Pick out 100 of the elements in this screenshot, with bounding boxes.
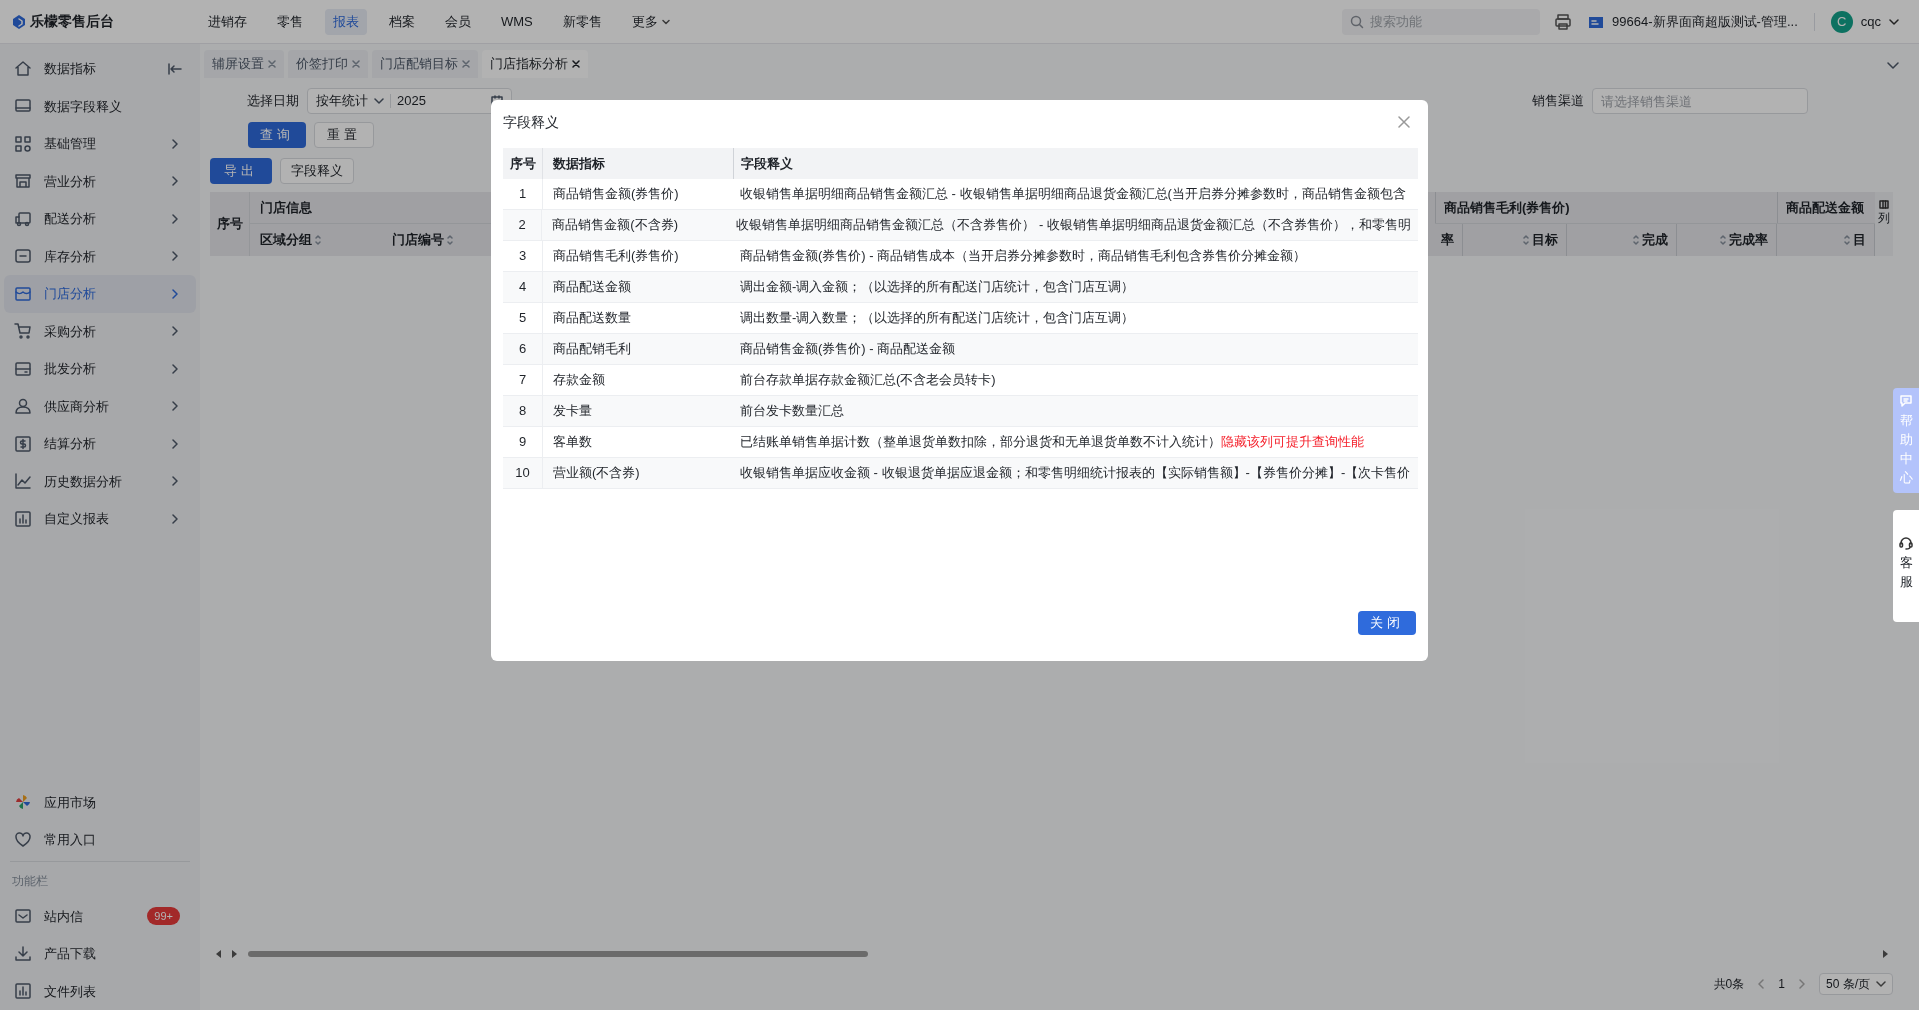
export-button[interactable]: 导出 xyxy=(210,158,272,184)
truck-icon xyxy=(14,209,32,228)
close-icon[interactable] xyxy=(572,60,580,68)
channel-select[interactable]: 请选择销售渠道 xyxy=(1592,88,1808,114)
sidebar-item[interactable]: 数据指标 xyxy=(4,50,196,88)
bar-chart-icon xyxy=(14,509,32,528)
column-settings-button[interactable]: 列 xyxy=(1875,192,1893,256)
collapse-icon[interactable] xyxy=(168,62,182,75)
table-cell-text: 收银销售单据应收金额 - 收银退货单据应退金额；和零售明细统计报表的【实际销售额】-【券售价分摊】-【次卡售价 xyxy=(739,464,1412,483)
section-label: 功能栏 xyxy=(11,872,49,890)
page-size-select[interactable]: 50 条/页 xyxy=(1819,973,1893,995)
wallet-icon xyxy=(14,359,32,378)
sort-icon[interactable] xyxy=(1719,234,1727,246)
scroll-left-icon[interactable] xyxy=(216,950,222,958)
printer-icon[interactable] xyxy=(1554,12,1573,31)
page-tab[interactable]: 价签打印 xyxy=(288,50,368,78)
page-number[interactable]: 1 xyxy=(1778,975,1785,993)
column-header[interactable]: 区域分组 xyxy=(250,224,382,256)
sort-icon[interactable] xyxy=(1632,234,1640,246)
table-cell: 3 xyxy=(503,241,543,271)
close-button[interactable]: 关闭 xyxy=(1358,611,1416,635)
columns-icon xyxy=(1879,200,1889,209)
page-tab[interactable]: 辅屏设置 xyxy=(204,50,284,78)
sort-icon[interactable] xyxy=(1522,234,1530,246)
column-header: 序号 xyxy=(210,192,250,256)
sort-icon[interactable] xyxy=(314,234,322,246)
nav-tab[interactable]: WMS xyxy=(493,8,541,35)
nav-tab[interactable]: 会员 xyxy=(437,8,479,35)
prev-page-icon[interactable] xyxy=(1758,979,1765,989)
scroll-right-icon[interactable] xyxy=(232,950,238,958)
customer-service-button[interactable]: 客服 xyxy=(1893,510,1919,622)
table-cell-text: 商品销售金额(券售价) - 商品配送金额 xyxy=(739,340,957,359)
sidebar-item[interactable]: 采购分析 xyxy=(4,312,196,350)
caret-icon xyxy=(374,96,384,106)
table-cell-text: 已结账单销售单据计数（整单退货单数扣除，部分退货和无单退货单数不计入统计）隐藏该列可提升查询性能 xyxy=(739,433,1365,452)
sidebar-item[interactable]: 文件列表 xyxy=(4,972,196,1010)
table-cell-text: 商品配销毛利 xyxy=(552,340,632,359)
nav-tab[interactable]: 零售 xyxy=(269,8,311,35)
nav-tab[interactable]: 报表 xyxy=(325,8,367,35)
sidebar-item[interactable]: 数据字段释义 xyxy=(4,87,196,125)
next-page-icon[interactable] xyxy=(1799,979,1805,989)
app-market-icon xyxy=(14,793,32,812)
heart-icon xyxy=(14,830,32,849)
scrollbar-thumb[interactable] xyxy=(248,951,868,957)
table-cell-text: 营业额(不含券) xyxy=(552,464,641,483)
count-badge: 99+ xyxy=(147,907,180,926)
date-range-picker[interactable]: 按年统计 2025 xyxy=(307,88,512,114)
page-tab[interactable]: 门店配销目标 xyxy=(372,50,478,78)
sidebar-item[interactable]: 产品下载 xyxy=(4,935,196,973)
reset-button[interactable]: 重置 xyxy=(313,122,374,148)
sidebar-item[interactable]: 基础管理 xyxy=(4,125,196,163)
table-cell-text: 调出金额-调入金额；（以选择的所有配送门店统计，包含门店互调） xyxy=(739,278,1136,297)
nav-tab[interactable]: 新零售 xyxy=(554,8,610,35)
headset-icon xyxy=(1899,536,1913,550)
sort-icon[interactable] xyxy=(446,234,454,246)
chevron-down-icon[interactable] xyxy=(1887,60,1899,70)
table-cell-text: 商品销售金额(券售价) - 商品销售成本（当开启券分摊参数时，商品销售毛利包含券售价分摊金额） xyxy=(739,247,1308,266)
table-cell: 5 xyxy=(503,303,543,333)
table-cell: 10 xyxy=(503,458,543,488)
table-cell-text: 前台存款单据存款金额汇总(不含老会员转卡) xyxy=(739,371,997,390)
sidebar-item[interactable]: 配送分析 xyxy=(4,200,196,238)
table-cell-text: 发卡量 xyxy=(552,402,593,421)
nav-tab[interactable]: 进销存 xyxy=(200,8,255,35)
sidebar-item[interactable]: 库存分析 xyxy=(4,237,196,275)
sidebar-item[interactable]: 营业分析 xyxy=(4,162,196,200)
table-cell: 6 xyxy=(503,334,543,364)
channel-label: 销售渠道 xyxy=(1532,92,1584,111)
sidebar-item[interactable]: 自定义报表 xyxy=(4,500,196,538)
avatar: C xyxy=(1830,10,1853,33)
shop-icon xyxy=(14,172,32,191)
sidebar-item[interactable]: 历史数据分析 xyxy=(4,462,196,500)
column-header: 数据指标 xyxy=(552,154,606,173)
caret-icon xyxy=(1889,16,1899,27)
sidebar-item[interactable]: 批发分析 xyxy=(4,350,196,388)
sidebar-item[interactable]: 供应商分析 xyxy=(4,387,196,425)
dollar-icon xyxy=(14,434,32,453)
table-cell: 4 xyxy=(503,272,543,302)
search-field[interactable]: 搜索功能 xyxy=(1342,8,1541,35)
cart-icon xyxy=(14,322,32,341)
box-icon xyxy=(14,247,32,266)
scroll-right-icon[interactable] xyxy=(1883,950,1889,958)
sort-icon[interactable] xyxy=(1843,234,1851,246)
grid-icon xyxy=(14,134,32,153)
sidebar-item[interactable]: 结算分析 xyxy=(4,425,196,463)
caret-icon xyxy=(1876,979,1886,989)
table-cell-text: 前台发卡数量汇总 xyxy=(739,402,845,421)
field-definition-button[interactable]: 字段释义 xyxy=(279,158,354,184)
nav-tab[interactable]: 档案 xyxy=(381,8,423,35)
sidebar-item[interactable]: 应用市场 xyxy=(4,783,196,821)
table-cell: 1 xyxy=(503,179,543,209)
sidebar-item[interactable]: 站内信 99+ xyxy=(4,897,196,935)
store-selector[interactable]: 99664-新界面商超版测试-管理... xyxy=(1588,11,1798,32)
app-logo-text: 乐檬零售后台 xyxy=(30,12,114,31)
query-button[interactable]: 查询 xyxy=(248,122,306,148)
caret-icon xyxy=(661,17,670,26)
more-menu[interactable]: 更多 xyxy=(623,11,678,32)
user-menu[interactable]: C cqc xyxy=(1830,10,1899,33)
sidebar-item[interactable]: 常用入口 xyxy=(4,821,196,859)
page-tab[interactable]: 门店指标分析 xyxy=(482,50,588,78)
logo-icon xyxy=(12,13,26,30)
